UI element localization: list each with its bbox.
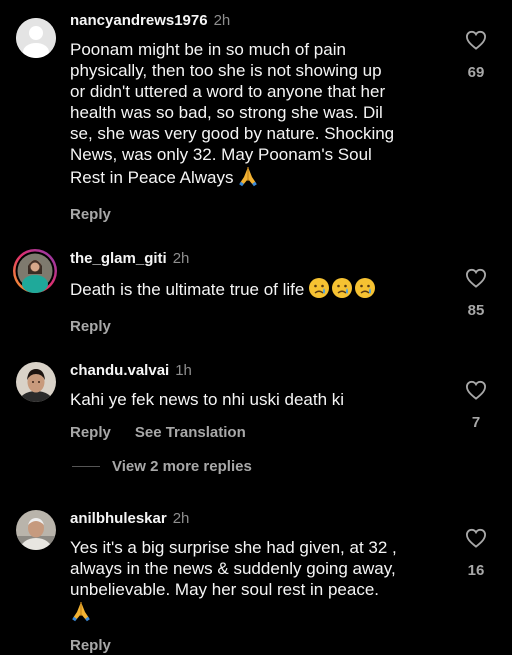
timestamp: 2h — [172, 510, 190, 527]
heart-outline-icon[interactable] — [465, 268, 487, 288]
avatar[interactable] — [16, 510, 56, 550]
folded-hands-icon — [70, 600, 92, 627]
heart-outline-icon[interactable] — [465, 528, 487, 548]
like-count: 85 — [467, 302, 485, 319]
divider-line — [72, 465, 100, 467]
reply-button[interactable]: Reply — [70, 318, 111, 335]
reply-button[interactable]: Reply — [70, 206, 111, 223]
crying-face-icon — [308, 277, 376, 304]
username[interactable]: chandu.valvai — [70, 362, 169, 379]
avatar[interactable] — [16, 18, 56, 58]
avatar[interactable] — [16, 362, 56, 402]
reply-button[interactable]: Reply — [70, 424, 111, 441]
username[interactable]: anilbhuleskar — [70, 510, 167, 527]
view-more-replies[interactable]: View 2 more replies — [72, 456, 252, 476]
heart-outline-icon[interactable] — [465, 380, 487, 400]
photo-avatar — [16, 362, 56, 402]
comment-body: Yes it's a big surprise she had given, a… — [70, 538, 397, 599]
username[interactable]: the_glam_giti — [70, 250, 167, 267]
like-count: 69 — [467, 64, 485, 81]
timestamp: 1h — [175, 362, 192, 379]
comment-text: Death is the ultimate true of life — [70, 277, 450, 304]
timestamp: 2h — [213, 12, 231, 29]
comment-text: Yes it's a big surprise she had given, a… — [70, 537, 450, 627]
comment-text: Poonam might be in so much of pain physi… — [70, 39, 450, 192]
username[interactable]: nancyandrews1976 — [70, 12, 208, 29]
like-count: 7 — [471, 414, 481, 431]
view-more-replies-label: View 2 more replies — [112, 457, 252, 475]
folded-hands-icon — [237, 165, 259, 192]
like-count: 16 — [467, 562, 485, 579]
see-translation-button[interactable]: See Translation — [135, 424, 246, 441]
timestamp: 2h — [172, 250, 190, 267]
comment-text: Kahi ye fek news to nhi uski death ki — [70, 390, 345, 409]
comment-body: Death is the ultimate true of life — [70, 280, 305, 299]
default-avatar-icon — [16, 18, 56, 58]
story-ring-avatar — [13, 249, 57, 293]
reply-button[interactable]: Reply — [70, 637, 111, 654]
photo-avatar — [16, 510, 56, 550]
avatar[interactable] — [12, 248, 58, 294]
heart-outline-icon[interactable] — [465, 30, 487, 50]
comment-body: Poonam might be in so much of pain physi… — [70, 40, 395, 187]
